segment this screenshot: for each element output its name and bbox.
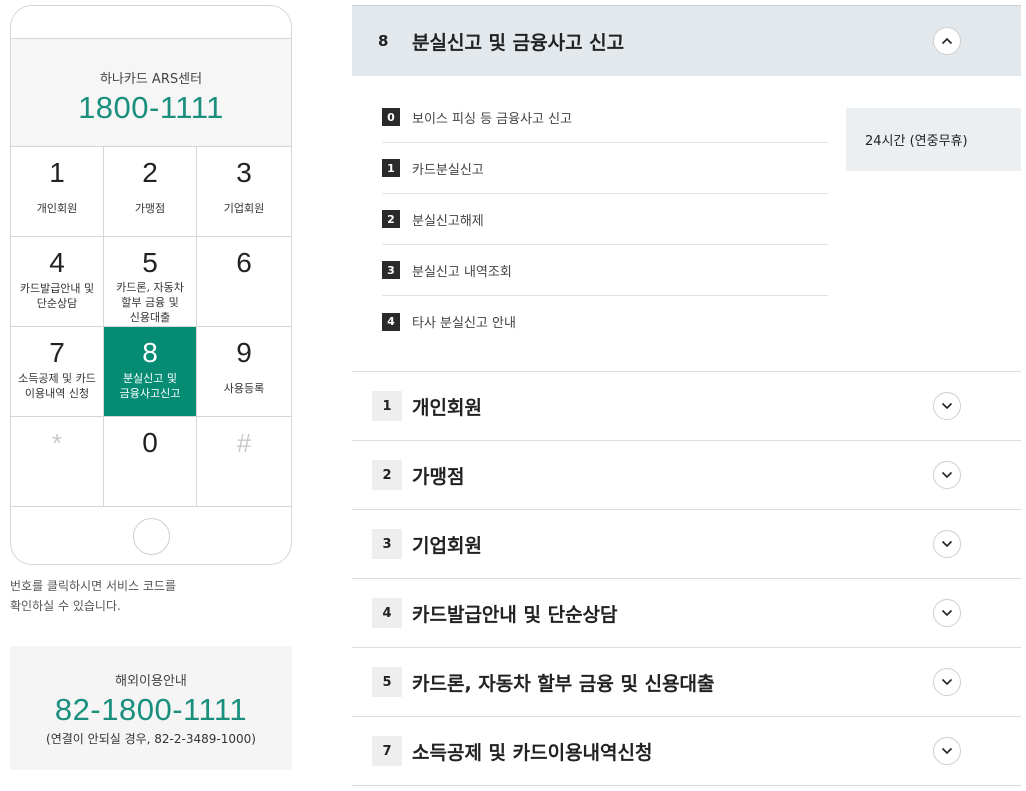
accordion-number: 3 — [372, 529, 402, 559]
accordion-number: 2 — [372, 460, 402, 490]
key-label: 개인회원 — [36, 202, 78, 215]
ars-phone-number: 1800-1111 — [78, 90, 224, 125]
accordion-number: 1 — [372, 391, 402, 421]
accordion-title: 카드발급안내 및 단순상담 — [412, 603, 618, 626]
sub-menu-item[interactable]: 4 타사 분실신고 안내 — [382, 296, 828, 347]
sub-menu-number: 1 — [382, 159, 400, 177]
overseas-note: (연결이 안되실 경우, 82-2-3489-1000) — [46, 732, 256, 746]
keypad-help-text: 번호를 클릭하시면 서비스 코드를 확인하실 수 있습니다. — [10, 576, 250, 616]
accordion-body-8: 0 보이스 피싱 등 금융사고 신고 1 카드분실신고 2 분실신고해제 3 분… — [352, 76, 1021, 372]
key-number: # — [236, 428, 252, 458]
keypad-grid: 1 개인회원 2 가맹점 3 기업회원 4 카드발급안내 및 단순상담 5 카드… — [11, 147, 291, 507]
accordion-number: 5 — [372, 667, 402, 697]
accordion-number: 4 — [372, 598, 402, 628]
service-hours: 24시간 (연중무휴) — [846, 108, 1021, 171]
help-text-line: 확인하실 수 있습니다. — [10, 599, 121, 613]
accordion-number: 7 — [372, 736, 402, 766]
chevron-down-icon[interactable] — [933, 461, 961, 489]
key-9[interactable]: 9 사용등록 — [197, 327, 291, 417]
accordion-item-3[interactable]: 3 기업회원 — [352, 510, 1021, 579]
accordion-title: 기업회원 — [412, 534, 482, 557]
key-8[interactable]: 8 분실신고 및 금융사고신고 — [104, 327, 197, 417]
sub-menu-number: 0 — [382, 108, 400, 126]
accordion-item-7[interactable]: 7 소득공제 및 카드이용내역신청 — [352, 717, 1021, 786]
key-number: * — [51, 428, 63, 458]
accordion-title: 가맹점 — [412, 465, 465, 488]
sub-menu-item[interactable]: 2 분실신고해제 — [382, 194, 828, 245]
chevron-up-icon[interactable] — [933, 27, 961, 55]
key-label: 소득공제 및 카드 이용내역 신청 — [18, 372, 96, 400]
key-number: 5 — [142, 247, 158, 278]
key-6[interactable]: 6 — [197, 237, 291, 327]
key-label: 카드론, 자동차 할부 금융 및 신용대출 — [116, 281, 184, 324]
ars-center-label: 하나카드 ARS센터 — [99, 72, 203, 87]
home-button[interactable] — [132, 518, 170, 555]
sub-menu-item[interactable]: 3 분실신고 내역조회 — [382, 245, 828, 296]
sub-menu-number: 2 — [382, 210, 400, 228]
key-label: 가맹점 — [134, 202, 166, 215]
key-5[interactable]: 5 카드론, 자동차 할부 금융 및 신용대출 — [104, 237, 197, 327]
chevron-down-icon[interactable] — [933, 392, 961, 420]
key-hash[interactable]: # — [197, 417, 291, 507]
key-0[interactable]: 0 — [104, 417, 197, 507]
key-number: 7 — [49, 337, 65, 368]
key-number: 9 — [236, 337, 252, 368]
key-label: 분실신고 및 금융사고신고 — [119, 372, 181, 400]
chevron-down-icon[interactable] — [933, 530, 961, 558]
accordion-item-5[interactable]: 5 카드론, 자동차 할부 금융 및 신용대출 — [352, 648, 1021, 717]
chevron-down-icon[interactable] — [933, 737, 961, 765]
key-number: 1 — [49, 157, 65, 188]
key-1[interactable]: 1 개인회원 — [11, 147, 104, 237]
key-4[interactable]: 4 카드발급안내 및 단순상담 — [11, 237, 104, 327]
chevron-down-icon[interactable] — [933, 668, 961, 696]
ars-phone-keypad: 하나카드 ARS센터 1800-1111 1 개인회원 2 가맹점 3 기업회원… — [10, 5, 292, 565]
accordion-item-1[interactable]: 1 개인회원 — [352, 372, 1021, 441]
key-number: 4 — [49, 247, 65, 278]
overseas-info-box: 해외이용안내 82-1800-1111 (연결이 안되실 경우, 82-2-34… — [10, 646, 292, 770]
accordion-header-8[interactable]: 8 분실신고 및 금융사고 신고 — [352, 5, 1021, 76]
accordion-title: 개인회원 — [412, 396, 482, 419]
chevron-down-icon[interactable] — [933, 599, 961, 627]
sub-menu-label: 분실신고 내역조회 — [412, 264, 512, 280]
sub-menu-label: 타사 분실신고 안내 — [412, 316, 516, 331]
sub-menu-label: 카드분실신고 — [412, 162, 484, 178]
sub-menu-label: 분실신고해제 — [412, 213, 484, 229]
accordion-title: 카드론, 자동차 할부 금융 및 신용대출 — [412, 672, 715, 695]
sub-menu-number: 3 — [382, 261, 400, 279]
key-number: 3 — [236, 157, 252, 188]
sub-menu-number: 4 — [382, 312, 400, 331]
key-label: 카드발급안내 및 단순상담 — [19, 282, 95, 310]
key-7[interactable]: 7 소득공제 및 카드 이용내역 신청 — [11, 327, 104, 417]
help-text-line: 번호를 클릭하시면 서비스 코드를 — [10, 579, 177, 593]
overseas-label: 해외이용안내 — [115, 674, 187, 689]
key-label: 사용등록 — [223, 382, 265, 395]
accordion-title: 분실신고 및 금융사고 신고 — [412, 31, 625, 54]
phone-bottom-bar — [11, 507, 291, 564]
accordion-number: 8 — [378, 32, 389, 50]
key-star[interactable]: * — [11, 417, 104, 507]
key-label: 기업회원 — [223, 202, 265, 215]
key-number: 6 — [236, 247, 252, 278]
phone-top-bar — [11, 6, 291, 39]
sub-menu-item[interactable]: 1 카드분실신고 — [382, 143, 828, 194]
sub-menu-item[interactable]: 0 보이스 피싱 등 금융사고 신고 — [382, 92, 828, 143]
sub-menu-label: 보이스 피싱 등 금융사고 신고 — [412, 111, 573, 127]
key-2[interactable]: 2 가맹점 — [104, 147, 197, 237]
key-number: 2 — [142, 157, 158, 188]
sub-menu-list: 0 보이스 피싱 등 금융사고 신고 1 카드분실신고 2 분실신고해제 3 분… — [382, 92, 828, 347]
accordion-item-2[interactable]: 2 가맹점 — [352, 441, 1021, 510]
key-number: 0 — [142, 427, 158, 458]
key-number: 8 — [142, 337, 158, 368]
accordion-title: 소득공제 및 카드이용내역신청 — [412, 741, 653, 764]
overseas-phone-number: 82-1800-1111 — [54, 692, 248, 727]
key-3[interactable]: 3 기업회원 — [197, 147, 291, 237]
phone-display: 하나카드 ARS센터 1800-1111 — [11, 39, 291, 147]
service-accordion: 8 분실신고 및 금융사고 신고 0 보이스 피싱 등 금융사고 신고 1 카드… — [352, 5, 1021, 786]
accordion-item-4[interactable]: 4 카드발급안내 및 단순상담 — [352, 579, 1021, 648]
